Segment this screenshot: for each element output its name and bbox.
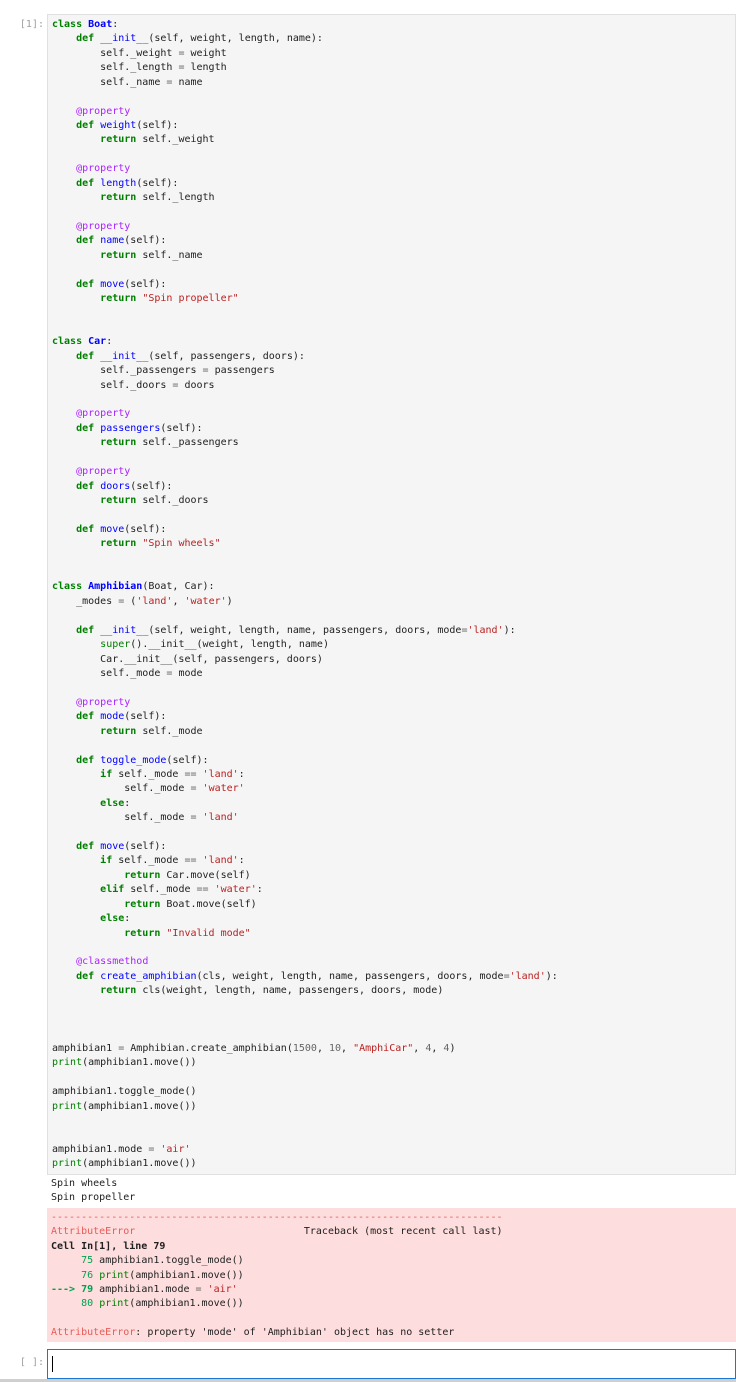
empty-code-cell[interactable] bbox=[47, 1349, 736, 1379]
text-cursor bbox=[52, 1356, 53, 1372]
prompt-cell-1: [1]: bbox=[19, 19, 44, 30]
cell-1-stdout: Spin wheels Spin propeller bbox=[47, 1177, 736, 1206]
code-cell-1-input[interactable]: class Boat: def __init__(self, weight, l… bbox=[47, 14, 736, 1175]
traceback-text: ----------------------------------------… bbox=[51, 1212, 503, 1339]
stdout-text: Spin wheels Spin propeller bbox=[51, 1178, 136, 1204]
cell-1-error-output: ----------------------------------------… bbox=[47, 1208, 736, 1342]
code-editor[interactable]: class Boat: def __init__(self, weight, l… bbox=[48, 15, 735, 1172]
prompt-cell-2: [ ]: bbox=[19, 1357, 44, 1368]
